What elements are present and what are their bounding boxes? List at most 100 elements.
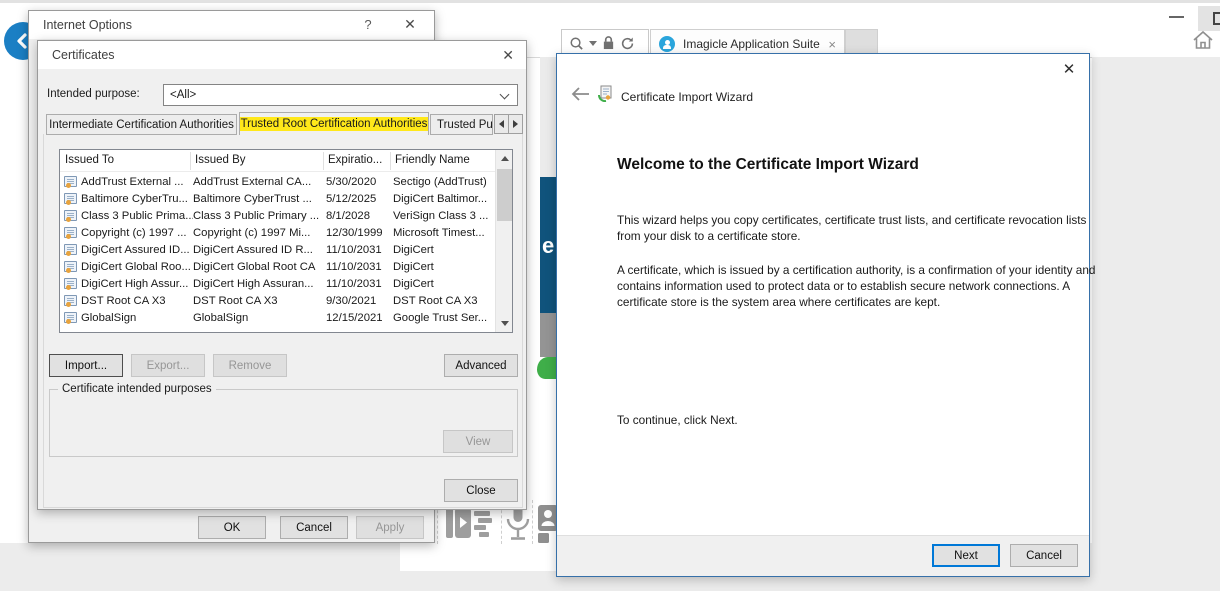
certificate-wizard-icon [597, 85, 614, 102]
table-row[interactable]: Baltimore CyberTru...Baltimore CyberTrus… [60, 190, 495, 207]
tab-label: Trusted Publ [437, 119, 493, 131]
cell-issued-to: AddTrust External ... [81, 176, 193, 188]
tab-trusted-root-cas[interactable]: Trusted Root Certification Authorities [239, 112, 429, 135]
minimize-icon [1169, 16, 1184, 18]
scrollbar-thumb[interactable] [497, 169, 512, 221]
page-content-gray-area [1092, 57, 1220, 591]
wizard-paragraph-3: To continue, click Next. [617, 412, 1017, 428]
tab-label-highlighted: Trusted Root Certification Authorities [239, 117, 429, 131]
table-row[interactable]: Copyright (c) 1997 ...Copyright (c) 1997… [60, 224, 495, 241]
tab-scroll-left-button[interactable] [494, 114, 509, 134]
table-row[interactable]: Class 3 Public Prima...Class 3 Public Pr… [60, 207, 495, 224]
tab-trusted-publishers[interactable]: Trusted Publ [430, 114, 493, 135]
next-button[interactable]: Next [932, 544, 1000, 567]
certificates-titlebar: Certificates ✕ [38, 41, 526, 69]
cell-friendly: DigiCert [393, 278, 495, 290]
wizard-close-icon[interactable]: ✕ [1059, 60, 1079, 80]
toolbar-separator [532, 500, 533, 544]
column-divider[interactable] [190, 152, 191, 170]
page-logo-fragment [537, 357, 556, 379]
wizard-paragraph-1: This wizard helps you copy certificates,… [617, 212, 1091, 244]
close-button[interactable]: Close [444, 479, 518, 502]
intended-purpose-value: <All> [170, 89, 196, 101]
internet-options-title: Internet Options [43, 18, 132, 32]
cancel-button[interactable]: Cancel [280, 516, 348, 539]
banner-letter: e [542, 233, 554, 259]
cell-friendly: DigiCert Baltimor... [393, 193, 495, 205]
table-row[interactable]: AddTrust External ...AddTrust External C… [60, 173, 495, 190]
page-banner-fragment: e [540, 177, 556, 313]
certificate-icon [64, 312, 77, 323]
minimize-button[interactable] [1164, 8, 1188, 26]
import-button[interactable]: Import... [49, 354, 123, 377]
search-icon[interactable] [569, 36, 584, 51]
certificate-icon [64, 295, 77, 306]
table-row[interactable]: GlobalSignGlobalSign12/15/2021Google Tru… [60, 309, 495, 326]
certificate-icon [64, 176, 77, 187]
tab-favicon-icon [659, 36, 675, 52]
intended-purpose-select[interactable]: <All> [163, 84, 518, 106]
certificates-title: Certificates [52, 48, 115, 62]
tab-close-icon[interactable]: × [828, 38, 836, 51]
group-label: Certificate intended purposes [58, 383, 216, 395]
table-row[interactable]: DigiCert Assured ID...DigiCert Assured I… [60, 241, 495, 258]
search-dropdown-icon[interactable] [589, 41, 597, 46]
advanced-button[interactable]: Advanced [444, 354, 518, 377]
cell-issued-by: Class 3 Public Primary ... [193, 210, 326, 222]
cell-issued-by: Copyright (c) 1997 Mi... [193, 227, 326, 239]
left-arrow-icon [499, 120, 504, 128]
certificates-close-icon[interactable]: ✕ [502, 48, 514, 62]
home-button[interactable] [1192, 30, 1214, 50]
scroll-down-button[interactable] [496, 315, 513, 332]
apply-button[interactable]: Apply [356, 516, 424, 539]
window-control-partial[interactable] [1198, 6, 1220, 31]
view-button[interactable]: View [443, 430, 513, 453]
wizard-back-button[interactable] [570, 86, 592, 104]
right-arrow-icon [513, 120, 518, 128]
intended-purpose-label: Intended purpose: [47, 88, 140, 100]
certificate-store-tabs: Intermediate Certification Authorities T… [38, 112, 526, 135]
table-row[interactable]: DigiCert Global Roo...DigiCert Global Ro… [60, 258, 495, 275]
list-scrollbar[interactable] [495, 150, 512, 332]
tab-intermediate-cas[interactable]: Intermediate Certification Authorities [46, 114, 237, 135]
cell-friendly: DigiCert [393, 244, 495, 256]
certificate-list-header: Issued To Issued By Expiratio... Friendl… [60, 150, 495, 172]
cell-issued-by: GlobalSign [193, 312, 326, 324]
certificate-icon [64, 193, 77, 204]
certificate-icon [64, 261, 77, 272]
table-row[interactable]: DST Root CA X3DST Root CA X39/30/2021DST… [60, 292, 495, 309]
certificates-dialog: Certificates ✕ Intended purpose: <All> I… [37, 40, 527, 510]
column-issued-by[interactable]: Issued By [195, 154, 246, 166]
internet-options-close-icon[interactable]: ✕ [401, 17, 419, 35]
certificate-rows: AddTrust External ...AddTrust External C… [60, 173, 495, 332]
ok-button[interactable]: OK [198, 516, 266, 539]
cell-issued-to: Copyright (c) 1997 ... [81, 227, 193, 239]
column-divider[interactable] [390, 152, 391, 170]
tab-scroll-right-button[interactable] [508, 114, 523, 134]
wizard-heading: Welcome to the Certificate Import Wizard [617, 156, 1077, 174]
cell-expiration: 11/10/2031 [326, 278, 393, 290]
wizard-title: Certificate Import Wizard [621, 90, 753, 104]
column-friendly-name[interactable]: Friendly Name [395, 154, 470, 166]
tab-title: Imagicle Application Suite [683, 37, 820, 51]
table-row[interactable]: DigiCert High Assur...DigiCert High Assu… [60, 275, 495, 292]
cell-issued-to: Class 3 Public Prima... [81, 210, 193, 222]
wizard-cancel-button[interactable]: Cancel [1010, 544, 1078, 567]
help-button[interactable]: ? [359, 17, 377, 35]
cell-issued-by: AddTrust External CA... [193, 176, 326, 188]
column-issued-to[interactable]: Issued To [65, 154, 114, 166]
certificate-purposes-group: Certificate intended purposes View [49, 389, 518, 457]
cell-expiration: 11/10/2031 [326, 261, 393, 273]
home-icon [1192, 30, 1214, 50]
column-divider[interactable] [323, 152, 324, 170]
column-expiration[interactable]: Expiratio... [328, 154, 382, 166]
refresh-icon[interactable] [620, 36, 635, 51]
cell-issued-to: DigiCert Global Roo... [81, 261, 193, 273]
export-button[interactable]: Export... [131, 354, 205, 377]
phone-device-icon[interactable] [445, 506, 495, 542]
scroll-up-button[interactable] [496, 150, 513, 167]
remove-button[interactable]: Remove [213, 354, 287, 377]
partial-icon [1213, 12, 1220, 25]
cell-issued-by: DigiCert High Assuran... [193, 278, 326, 290]
certificate-import-wizard-dialog: ✕ Certificate Import Wizard Welcome to t… [556, 53, 1090, 577]
